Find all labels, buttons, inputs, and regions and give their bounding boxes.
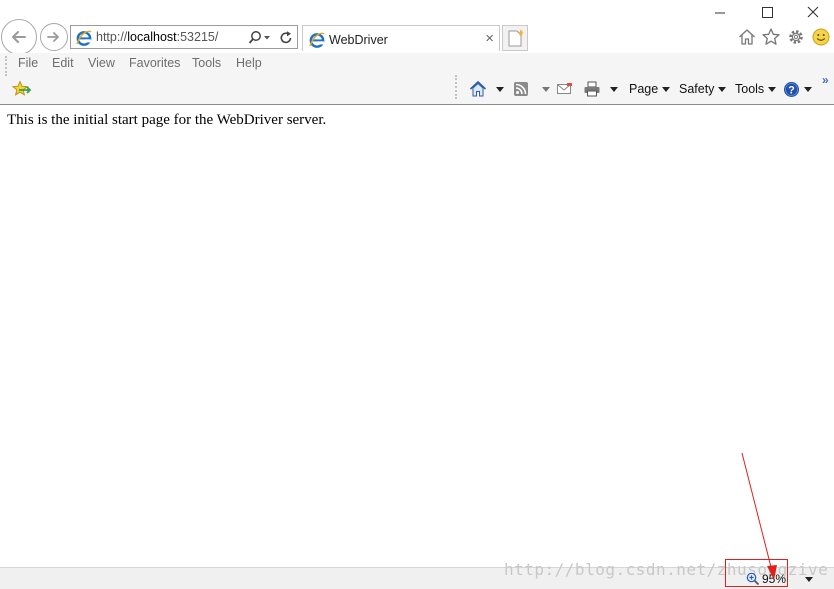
- chevron-down-icon: [718, 86, 727, 92]
- tools-menu-button[interactable]: Tools: [735, 79, 777, 99]
- mail-icon: [557, 83, 572, 94]
- browser-title-bar: http://localhost:53215/ WebDriver ×: [0, 0, 834, 55]
- minimize-icon[interactable]: [710, 4, 730, 22]
- menu-favorites[interactable]: Favorites: [129, 56, 180, 70]
- menu-edit[interactable]: Edit: [52, 56, 74, 70]
- home-icon[interactable]: [737, 27, 757, 47]
- print-button[interactable]: [583, 79, 601, 99]
- svg-text:?: ?: [788, 84, 795, 96]
- ie-logo-icon: [76, 30, 92, 46]
- start-page-message: This is the initial start page for the W…: [7, 112, 327, 128]
- page-content: This is the initial start page for the W…: [0, 105, 834, 567]
- new-tab-button[interactable]: [502, 25, 528, 51]
- toolbar-grip[interactable]: [5, 56, 9, 76]
- add-to-favorites-bar-icon[interactable]: [11, 80, 31, 98]
- address-text[interactable]: http://localhost:53215/: [96, 30, 218, 44]
- chevron-down-icon: [804, 86, 812, 92]
- search-icon[interactable]: [247, 29, 275, 47]
- safety-menu-button[interactable]: Safety: [679, 79, 727, 99]
- menu-tools[interactable]: Tools: [192, 56, 221, 70]
- new-tab-icon: [508, 29, 524, 47]
- home-icon: [469, 80, 487, 97]
- safety-menu-label: Safety: [679, 82, 715, 96]
- feeds-button[interactable]: [513, 79, 529, 99]
- back-arrow-icon: [12, 31, 26, 43]
- read-mail-button[interactable]: [556, 79, 574, 99]
- help-question-icon: ?: [784, 81, 799, 97]
- commandbar-overflow-icon[interactable]: »: [822, 73, 829, 87]
- address-prefix: http://: [96, 30, 128, 44]
- smiley-feedback-icon[interactable]: [811, 27, 831, 47]
- gear-icon[interactable]: [786, 27, 806, 47]
- favorites-star-icon[interactable]: [761, 27, 781, 47]
- chevron-down-icon: [662, 86, 671, 92]
- chevron-down-icon: [542, 86, 550, 92]
- help-menu-button[interactable]: ?: [783, 79, 812, 99]
- menu-view[interactable]: View: [88, 56, 115, 70]
- close-icon[interactable]: [803, 4, 823, 22]
- address-bar[interactable]: http://localhost:53215/: [70, 25, 298, 49]
- back-button[interactable]: [1, 19, 37, 55]
- rss-feed-icon: [514, 82, 528, 96]
- page-menu-label: Page: [629, 82, 659, 96]
- home-dropdown[interactable]: [492, 79, 504, 99]
- ie-logo-icon: [309, 32, 325, 48]
- tab-close-icon[interactable]: ×: [485, 31, 494, 46]
- chevron-down-icon[interactable]: [805, 577, 813, 582]
- address-port-path: :53215/: [176, 30, 219, 44]
- home-button[interactable]: [469, 79, 487, 99]
- chevron-down-icon: [610, 86, 618, 92]
- maximize-icon[interactable]: [757, 4, 777, 22]
- tab-webdriver[interactable]: WebDriver ×: [302, 25, 500, 51]
- forward-arrow-icon: [47, 32, 59, 42]
- annotation-highlight-box: [725, 559, 788, 587]
- commandbar-grip[interactable]: [455, 75, 459, 99]
- refresh-icon[interactable]: [278, 29, 294, 47]
- tab-title: WebDriver: [329, 33, 388, 47]
- status-bar: http://blog.csdn.net/zhusongzive 95%: [0, 560, 834, 589]
- print-dropdown[interactable]: [606, 79, 618, 99]
- tools-menu-label: Tools: [735, 82, 765, 96]
- chevron-down-icon: [496, 86, 504, 92]
- menu-help[interactable]: Help: [236, 56, 262, 70]
- forward-button[interactable]: [40, 23, 68, 51]
- menu-and-command-bar: File Edit View Favorites Tools Help Page…: [0, 53, 834, 105]
- address-host: localhost: [127, 30, 177, 44]
- chevron-down-icon: [768, 86, 777, 92]
- feeds-dropdown[interactable]: [538, 79, 550, 99]
- printer-icon: [584, 81, 600, 97]
- menu-file[interactable]: File: [18, 56, 38, 70]
- page-menu-button[interactable]: Page: [629, 79, 671, 99]
